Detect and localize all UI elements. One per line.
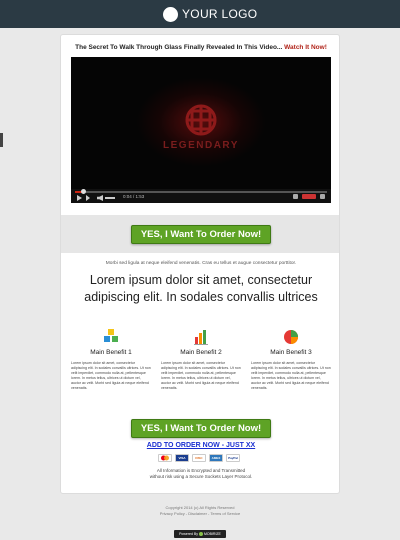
add-to-order-link[interactable]: ADD TO ORDER NOW - JUST XX <box>61 442 341 449</box>
video-player[interactable]: LEGENDARY 0:04 / 1:53 <box>71 57 331 203</box>
benefit-text: Lorem ipsum dolor sit amet, consectetur … <box>161 361 241 390</box>
fullscreen-icon[interactable] <box>320 194 325 199</box>
visa-icon: VISA <box>175 454 189 462</box>
youtube-icon[interactable] <box>302 194 316 199</box>
powered-by-text: Powered By <box>179 532 198 536</box>
video-progress-bar[interactable] <box>75 189 327 194</box>
video-time: 0:04 / 1:53 <box>123 194 145 199</box>
cubes-icon <box>104 329 118 342</box>
video-progress-knob[interactable] <box>80 189 86 194</box>
side-tab[interactable] <box>0 133 3 147</box>
secure-notice: All Information is Encrypted and Transmi… <box>61 468 341 480</box>
logo-circle-icon <box>163 6 178 22</box>
headline-text: The Secret To Walk Through Glass Finally… <box>75 44 285 51</box>
mobirize-logo-icon <box>198 532 203 537</box>
video-controls-right <box>293 194 325 199</box>
order-now-button-bottom[interactable]: YES, I Want To Order Now! <box>131 419 271 438</box>
payment-methods: VISA DISC AMEX PayPal <box>158 454 240 462</box>
secure-line-2: without risk using a Secure Sockets Laye… <box>149 474 253 479</box>
benefit-title: Main Benefit 1 <box>90 349 132 356</box>
amex-icon: AMEX <box>209 454 223 462</box>
settings-icon[interactable] <box>293 194 298 199</box>
bar-chart-icon <box>194 330 208 345</box>
logo[interactable]: YOUR LOGO <box>163 5 257 23</box>
discover-icon: DISC <box>192 454 206 462</box>
mastercard-icon <box>158 454 172 462</box>
video-title: LEGENDARY <box>163 140 239 151</box>
footer: Copyright 2014 (c) All Rights Reserved P… <box>0 505 400 516</box>
paypal-icon: PayPal <box>226 454 240 462</box>
subtext: Morbi sed ligula at neque eleifend venen… <box>105 261 297 266</box>
page-headline: The Secret To Walk Through Glass Finally… <box>61 44 341 51</box>
top-bar: YOUR LOGO <box>0 0 400 28</box>
pie-chart-icon <box>284 330 298 344</box>
volume-slider[interactable] <box>105 197 115 199</box>
footer-links[interactable]: Privacy Policy - Disclaimer - Terms of S… <box>0 511 400 517</box>
volume-icon[interactable] <box>97 195 103 201</box>
benefit-title: Main Benefit 3 <box>270 349 312 356</box>
celtic-knot-icon <box>185 104 217 136</box>
main-card: The Secret To Walk Through Glass Finally… <box>60 34 340 494</box>
benefit-text: Lorem ipsum dolor sit amet, consectetur … <box>251 361 331 390</box>
main-heading: Lorem ipsum dolor sit amet, consectetur … <box>84 273 318 304</box>
benefit-text: Lorem ipsum dolor sit amet, consectetur … <box>71 361 151 390</box>
play-icon[interactable] <box>77 195 82 201</box>
headline-highlight: Watch It Now! <box>284 44 327 51</box>
video-controls: 0:04 / 1:53 <box>71 189 331 203</box>
logo-text: YOUR LOGO <box>182 7 258 21</box>
order-now-button-top[interactable]: YES, I Want To Order Now! <box>131 225 271 244</box>
powered-by-brand: MOBIRIZE <box>203 532 221 536</box>
next-icon[interactable] <box>86 195 90 201</box>
powered-by-badge[interactable]: Powered By MOBIRIZE <box>174 530 226 538</box>
benefit-title: Main Benefit 2 <box>180 349 222 356</box>
